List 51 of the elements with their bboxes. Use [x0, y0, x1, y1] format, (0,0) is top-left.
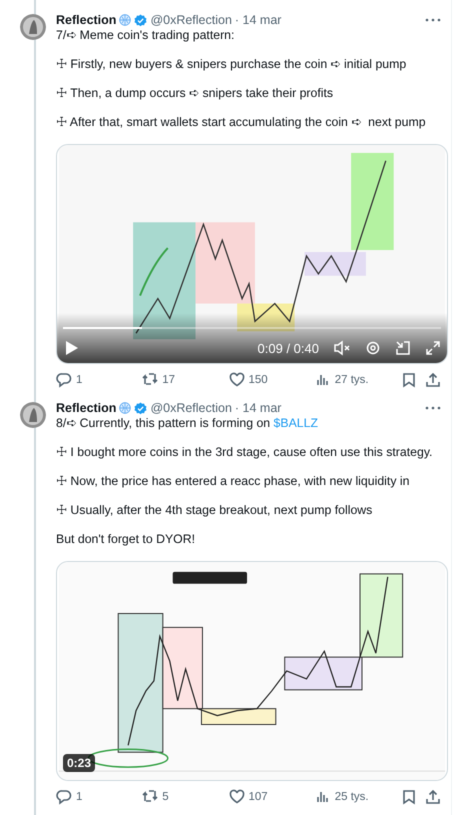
count[interactable]: 27 tys.	[334, 374, 369, 386]
video-controls[interactable]: 0:09 / 0:40	[57, 313, 447, 363]
mute-icon[interactable]	[333, 340, 351, 356]
count[interactable]: 25 tys.	[334, 791, 369, 803]
count[interactable]: 5	[162, 791, 169, 803]
count[interactable]: 107	[248, 791, 268, 803]
avatar[interactable]	[20, 14, 46, 40]
verified-icon	[134, 402, 148, 414]
count[interactable]: 1	[76, 791, 82, 803]
repost-icon[interactable]	[142, 789, 158, 805]
video-duration: 0:23	[63, 754, 96, 772]
reply-icon[interactable]	[56, 372, 72, 388]
fullscreen-icon[interactable]	[425, 340, 441, 356]
post-text: 8/➪ Currently, this pattern is forming on	[56, 416, 272, 430]
post-text: ☩ Usually, after the 4th stage breakout, next pump follows	[56, 503, 374, 518]
post-text: ☩ Now, the price has entered a reacc phase, with new liquidity in	[56, 474, 410, 489]
author-name[interactable]: Reflection	[56, 401, 116, 415]
post-text: But don't forget to DYOR!	[56, 532, 196, 547]
post-text: ☩ Firstly, new buyers & snipers purchase the coin ➪ initial pump	[56, 57, 408, 72]
video-time: 0:09 / 0:40	[258, 340, 319, 356]
bookmark-icon[interactable]	[401, 789, 417, 805]
more-icon[interactable]	[425, 18, 441, 22]
views-icon[interactable]	[314, 789, 331, 805]
post-text: ☩ After that, smart wallets start accumulating the coin ➪ next pump	[56, 115, 427, 130]
post-text: ☩ Then, a dump occurs ➪ snipers take their profits	[56, 86, 334, 101]
post-date[interactable]: · 14 mar	[234, 13, 282, 27]
author-name[interactable]: Reflection	[56, 13, 116, 27]
verified-icon	[134, 14, 148, 26]
pip-icon[interactable]	[395, 340, 411, 356]
count[interactable]: 17	[162, 374, 176, 386]
handle[interactable]: @0xReflection	[150, 13, 232, 27]
share-icon[interactable]	[425, 372, 441, 388]
post-text: ☩ I bought more coins in the 3rd stage, cause often use this strategy.	[56, 445, 434, 460]
avatar[interactable]	[20, 402, 46, 428]
share-icon[interactable]	[425, 789, 441, 805]
views-icon[interactable]	[314, 372, 331, 388]
like-icon[interactable]	[228, 372, 244, 388]
more-icon[interactable]	[425, 406, 441, 410]
handle[interactable]: @0xReflection	[150, 401, 232, 415]
reply-icon[interactable]	[56, 789, 72, 805]
bookmark-icon[interactable]	[401, 372, 417, 388]
count[interactable]: 150	[248, 374, 268, 386]
post-text: 7/➪ Meme coin's trading pattern:	[56, 28, 236, 43]
globe-icon	[119, 402, 132, 414]
globe-icon	[119, 14, 132, 26]
play-icon[interactable]	[65, 340, 79, 356]
count[interactable]: 1	[76, 374, 82, 386]
repost-icon[interactable]	[142, 372, 158, 388]
post-date[interactable]: · 14 mar	[234, 401, 282, 415]
like-icon[interactable]	[228, 789, 244, 805]
settings-icon[interactable]	[365, 340, 381, 356]
